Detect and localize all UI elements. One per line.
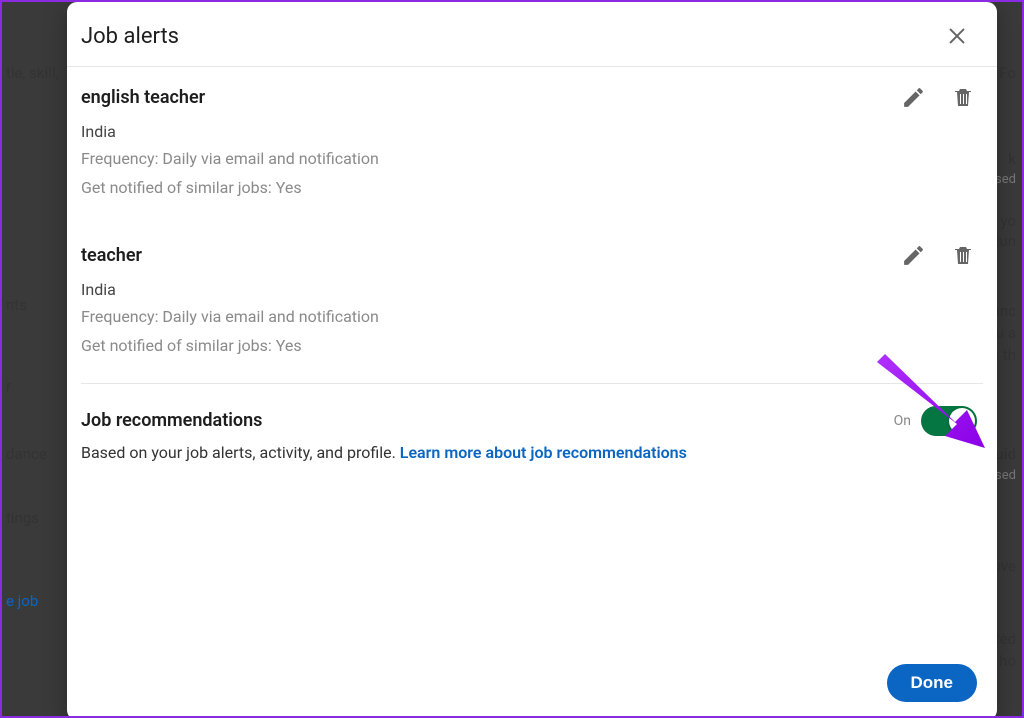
bg-left-item: r	[6, 377, 11, 395]
modal-title: Job alerts	[81, 24, 179, 49]
bg-left-item: nts	[6, 296, 27, 314]
alert-item: english teacher India Frequency: Daily v…	[81, 67, 983, 225]
pencil-icon	[901, 243, 926, 268]
edit-alert-button[interactable]	[899, 83, 927, 111]
trash-icon	[951, 85, 975, 109]
bg-left-item: tings	[6, 509, 39, 527]
page-backdrop: tle, skill, nts r dance tings e job Fo k…	[0, 0, 1024, 718]
modal-body: english teacher India Frequency: Daily v…	[67, 67, 997, 650]
alert-actions	[899, 241, 977, 269]
edit-alert-button[interactable]	[899, 241, 927, 269]
alert-frequency: Frequency: Daily via email and notificat…	[81, 307, 983, 326]
alert-title: teacher	[81, 245, 983, 266]
alert-location: India	[81, 280, 983, 299]
alert-actions	[899, 83, 977, 111]
alert-frequency: Frequency: Daily via email and notificat…	[81, 149, 983, 168]
recommendations-title: Job recommendations	[81, 410, 983, 431]
alert-title: english teacher	[81, 87, 983, 108]
modal-header: Job alerts	[67, 2, 997, 67]
alert-similar-jobs: Get notified of similar jobs: Yes	[81, 178, 983, 197]
close-icon	[946, 25, 968, 47]
recommendations-toggle[interactable]	[921, 406, 977, 436]
modal-footer: Done	[67, 650, 997, 718]
alert-similar-jobs: Get notified of similar jobs: Yes	[81, 336, 983, 355]
recommendations-desc-text: Based on your job alerts, activity, and …	[81, 443, 400, 462]
bg-right-item: Fo	[999, 64, 1016, 82]
pencil-icon	[901, 85, 926, 110]
delete-alert-button[interactable]	[949, 83, 977, 111]
delete-alert-button[interactable]	[949, 241, 977, 269]
toggle-knob	[949, 408, 975, 434]
recommendations-toggle-wrap: On	[894, 406, 977, 436]
learn-more-link[interactable]: Learn more about job recommendations	[400, 443, 687, 462]
trash-icon	[951, 243, 975, 267]
toggle-state-label: On	[894, 413, 911, 429]
job-alerts-modal: Job alerts english teacher India Frequen…	[67, 2, 997, 718]
alert-location: India	[81, 122, 983, 141]
bg-right-item: uid	[995, 445, 1016, 463]
recommendations-description: Based on your job alerts, activity, and …	[81, 443, 983, 462]
alert-item: teacher India Frequency: Daily via email…	[81, 225, 983, 383]
bg-search-hint: tle, skill,	[6, 64, 58, 82]
job-recommendations-section: Job recommendations Based on your job al…	[81, 384, 983, 482]
close-button[interactable]	[941, 20, 973, 52]
bg-left-item: dance	[6, 445, 47, 463]
done-button[interactable]: Done	[887, 664, 978, 702]
bg-left-item: e job	[6, 592, 38, 610]
bg-right-item: k	[1008, 150, 1016, 168]
